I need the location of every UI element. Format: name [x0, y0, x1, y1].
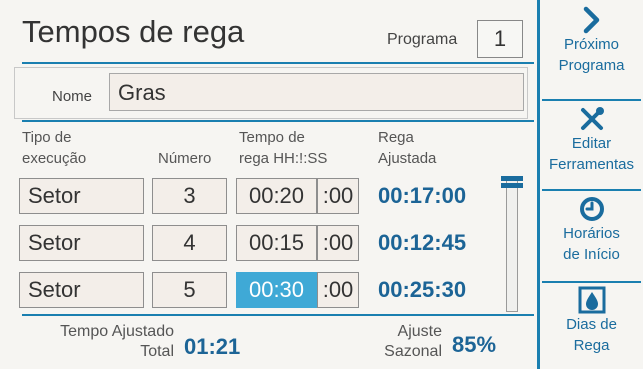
- page-title: Tempos de rega: [22, 14, 245, 49]
- column-header-time: Tempo de rega HH:!:SS: [239, 127, 327, 169]
- program-number-field[interactable]: 1: [477, 20, 523, 58]
- next-program-button[interactable]: Próximo Programa: [540, 6, 643, 76]
- column-header-type-line1: Tipo de: [22, 129, 72, 146]
- column-header-adjusted-line1: Rega: [378, 129, 414, 146]
- seasonal-adjust-label-line2: Sazonal: [384, 343, 442, 360]
- row-3-adjusted-time: 00:25:30: [378, 277, 467, 302]
- column-header-number: Número: [158, 150, 212, 167]
- row-2-type-field[interactable]: Setor: [19, 225, 144, 261]
- edit-tools-label-line1: Editar: [571, 135, 612, 152]
- scrollbar-track[interactable]: [506, 176, 518, 312]
- sidebar-divider: [542, 281, 641, 283]
- row-2-time-hhmm-field[interactable]: 00:15: [236, 225, 317, 261]
- watering-times-panel: Tempos de rega Programa 1 Nome Gras Tipo…: [0, 0, 540, 369]
- watering-days-label-line2: Rega: [573, 337, 610, 354]
- row-3-number-field[interactable]: 5: [152, 272, 227, 308]
- scrollbar-handle[interactable]: [501, 176, 523, 194]
- seasonal-adjust-value: 85%: [452, 332, 497, 357]
- sidebar-divider: [542, 189, 641, 191]
- start-times-button[interactable]: Horários de Início: [540, 195, 643, 265]
- sidebar: Próximo Programa Editar Ferramentas Horá…: [540, 0, 643, 369]
- watering-days-label-line1: Dias de: [566, 316, 617, 333]
- name-label: Nome: [52, 88, 93, 105]
- divider: [22, 62, 534, 64]
- row-1-type-field[interactable]: Setor: [19, 178, 144, 214]
- row-1-adjusted-time: 00:17:00: [378, 183, 467, 208]
- total-adjusted-label-line2: Total: [140, 343, 174, 360]
- column-header-adjusted-line2: Ajustada: [378, 150, 437, 167]
- column-header-time-line2: rega HH:!:SS: [239, 150, 328, 167]
- column-header-type-line2: execução: [22, 150, 87, 167]
- row-2-adjusted-time: 00:12:45: [378, 230, 467, 255]
- next-program-label-line1: Próximo: [563, 36, 619, 53]
- row-3-time-hhmm-field[interactable]: 00:30: [236, 272, 317, 308]
- divider: [22, 314, 534, 316]
- total-adjusted-label: Tempo Ajustado Total: [40, 322, 174, 362]
- row-1-number-field[interactable]: 3: [152, 178, 227, 214]
- row-3-type-field[interactable]: Setor: [19, 272, 144, 308]
- row-1-time-hhmm-field[interactable]: 00:20: [236, 178, 317, 214]
- column-header-time-line1: Tempo de: [239, 129, 305, 146]
- column-header-adjusted: Rega Ajustada: [378, 127, 436, 169]
- row-2-time-ss-field[interactable]: :00: [317, 225, 359, 261]
- sidebar-divider: [542, 99, 641, 101]
- water-drop-icon: [578, 286, 605, 314]
- divider: [22, 120, 534, 122]
- program-label: Programa: [387, 31, 458, 48]
- watering-days-button[interactable]: Dias de Rega: [540, 286, 643, 356]
- seasonal-adjust-label-line1: Ajuste: [397, 323, 442, 340]
- clock-icon: [579, 197, 604, 221]
- row-3-time-ss-field[interactable]: :00: [317, 272, 359, 308]
- chevron-right-icon: [583, 6, 599, 34]
- start-times-label-line2: de Início: [563, 246, 620, 263]
- start-times-label-line1: Horários: [563, 225, 620, 242]
- edit-tools-button[interactable]: Editar Ferramentas: [540, 105, 643, 175]
- edit-tools-label-line2: Ferramentas: [548, 156, 635, 173]
- total-adjusted-value: 01:21: [184, 334, 241, 359]
- seasonal-adjust-label: Ajuste Sazonal: [370, 322, 442, 362]
- row-2-number-field[interactable]: 4: [152, 225, 227, 261]
- total-adjusted-label-line1: Tempo Ajustado: [60, 323, 174, 340]
- next-program-label-line2: Programa: [558, 57, 625, 74]
- name-field[interactable]: Gras: [109, 73, 524, 111]
- row-1-time-ss-field[interactable]: :00: [317, 178, 359, 214]
- tools-icon: [580, 107, 604, 130]
- column-header-type: Tipo de execução: [22, 127, 86, 169]
